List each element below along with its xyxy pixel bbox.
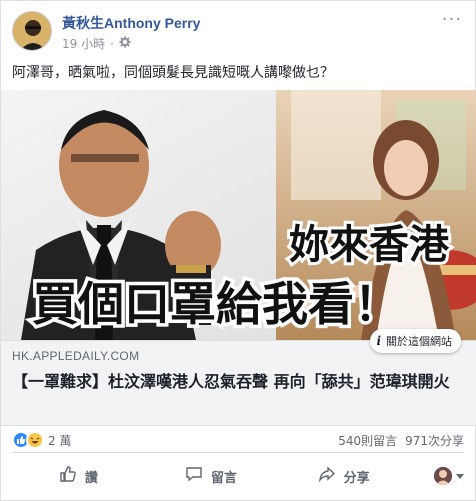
- link-headline[interactable]: 【一罩難求】杜汶澤嘆港人忍氣吞聲 再向「舔共」范瑋琪開火: [12, 371, 462, 393]
- reactions-summary[interactable]: 2 萬: [12, 431, 71, 449]
- author-avatar[interactable]: [12, 11, 52, 51]
- image-caption-line1: 妳來香港: [289, 222, 450, 268]
- author-name[interactable]: 黃秋生Anthony Perry: [62, 13, 200, 33]
- post-header: 黃秋生Anthony Perry 19 小時 · ···: [12, 11, 464, 55]
- image-caption-line2: 買個口罩給我看！: [32, 277, 400, 331]
- link-preview-image[interactable]: 妳來香港 買個口罩給我看！: [1, 90, 476, 340]
- privacy-gear-icon[interactable]: [119, 36, 131, 51]
- about-site-button[interactable]: i 關於這個網站: [370, 329, 461, 353]
- profile-avatar-icon: [434, 467, 453, 485]
- post-actions: 讚 留言 分享: [12, 460, 465, 492]
- link-domain: HK.APPLEDAILY.COM: [12, 349, 140, 363]
- comment-count[interactable]: 540則留言: [338, 432, 397, 449]
- share-button[interactable]: 分享: [277, 460, 410, 492]
- like-label: 讚: [84, 470, 98, 486]
- post-time[interactable]: 19 小時: [62, 35, 105, 52]
- post-as-selector[interactable]: [410, 467, 465, 485]
- share-arrow-icon: [318, 465, 336, 487]
- comment-label: 留言: [211, 470, 238, 486]
- post-text: 阿澤哥，晒氣啦，同個頭髮長見識短嘅人講嚟做乜？: [12, 65, 334, 81]
- like-button[interactable]: 讚: [12, 460, 145, 492]
- engagement-counts: 540則留言 971次分享: [338, 432, 464, 449]
- about-site-label: 關於這個網站: [386, 335, 452, 348]
- reaction-count: 2 萬: [48, 433, 72, 448]
- meta-separator: ·: [110, 36, 114, 51]
- post-stats: 2 萬 540則留言 971次分享: [12, 426, 464, 453]
- info-icon: i: [376, 334, 381, 348]
- more-options-icon[interactable]: ···: [440, 11, 464, 29]
- chevron-down-icon: [456, 469, 465, 484]
- haha-reaction-icon: [26, 431, 44, 449]
- share-count[interactable]: 971次分享: [405, 432, 464, 449]
- post-meta: 19 小時 ·: [62, 35, 131, 52]
- comment-bubble-icon: [185, 465, 203, 487]
- share-label: 分享: [343, 470, 370, 486]
- post-card: 黃秋生Anthony Perry 19 小時 · ··· 阿澤哥，晒氣啦，同個頭…: [0, 0, 476, 501]
- comment-button[interactable]: 留言: [145, 460, 278, 492]
- thumbs-up-icon: [59, 465, 77, 487]
